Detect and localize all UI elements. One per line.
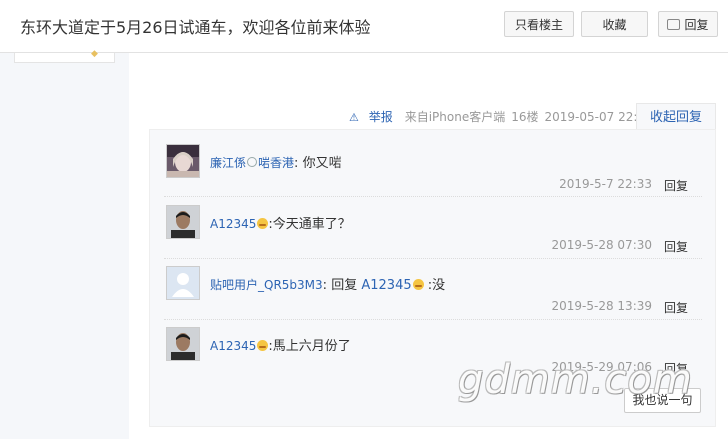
sub-reply: A12345:今天通車了？ 2019-5-28 07:30 回复 — [164, 205, 702, 265]
report-link[interactable]: ⚠ 举报 — [349, 110, 399, 124]
ring-icon — [247, 157, 258, 167]
author-card: ◆ — [14, 49, 115, 63]
reply-time: 2019-5-28 13:39 — [551, 299, 653, 313]
divider — [164, 196, 702, 197]
username-link[interactable]: A12345 — [210, 339, 256, 353]
watermark: gdmm.com — [458, 357, 693, 403]
username-link[interactable]: 廉江係 啱香港 — [210, 156, 294, 170]
thread-header: 东环大道定于5月26日试通车，欢迎各位前来体验 只看楼主 收藏 回复 — [0, 0, 728, 53]
reply-content: 廉江係 啱香港: 你又啱 — [210, 152, 342, 171]
sub-reply: 贴吧用户_QR5b3M3: 回复 A12345 :没 2019-5-28 13:… — [164, 266, 702, 326]
only-op-button[interactable]: 只看楼主 — [504, 11, 574, 37]
separator: : — [294, 156, 299, 171]
reply-text: 你又啱 — [302, 156, 342, 171]
avatar[interactable] — [166, 327, 200, 361]
thread-title: 东环大道定于5月26日试通车，欢迎各位前来体验 — [20, 18, 371, 37]
collapse-replies-button[interactable]: 收起回复 — [636, 103, 716, 130]
separator: : — [322, 278, 328, 293]
reply-icon — [667, 19, 681, 30]
reply-text: 馬上六月份了 — [272, 339, 351, 354]
post-meta: ⚠ 举报 来自iPhone客户端 16楼 2019-05-07 22:21 — [349, 108, 659, 125]
reply-content: A12345:馬上六月份了 — [210, 335, 351, 354]
username-link[interactable]: 贴吧用户_QR5b3M3 — [210, 278, 323, 292]
username-link[interactable]: A12345 — [210, 217, 256, 231]
divider — [164, 319, 702, 320]
divider — [164, 258, 702, 259]
reply-text: :没 — [427, 278, 446, 293]
warning-icon: ⚠ — [349, 111, 359, 124]
avatar[interactable] — [166, 266, 200, 300]
reply-content: A12345:今天通車了？ — [210, 213, 351, 232]
client-source: 来自iPhone客户端 — [404, 110, 506, 124]
reply-text: 今天通車了？ — [272, 217, 351, 232]
floor-number: 16楼 — [511, 110, 539, 124]
favorite-button[interactable]: 收藏 — [581, 11, 648, 37]
reply-button[interactable]: 回复 — [664, 299, 688, 316]
reply-button[interactable]: 回复 — [664, 177, 688, 194]
reply-time: 2019-5-28 07:30 — [551, 238, 653, 252]
avatar[interactable] — [166, 205, 200, 239]
reply-thread-button[interactable]: 回复 — [658, 11, 718, 37]
report-label: 举报 — [368, 110, 393, 124]
smile-emoji-icon — [257, 218, 269, 229]
smile-emoji-icon — [412, 279, 424, 290]
reply-thread-label: 回复 — [684, 18, 709, 32]
sub-reply: 廉江係 啱香港: 你又啱 2019-5-7 22:33 回复 — [164, 144, 702, 204]
username-part2: 啱香港 — [258, 156, 295, 170]
reply-button[interactable]: 回复 — [664, 238, 688, 255]
badge-ornament-icon: ◆ — [91, 49, 98, 59]
reply-word: 回复 — [331, 278, 358, 293]
username-part1: 廉江係 — [210, 156, 247, 170]
smile-emoji-icon — [257, 340, 269, 351]
avatar[interactable] — [166, 144, 200, 178]
target-username-link[interactable]: A12345 — [361, 278, 411, 293]
author-sidebar — [0, 53, 129, 439]
reply-content: 贴吧用户_QR5b3M3: 回复 A12345 :没 — [210, 274, 445, 293]
reply-time: 2019-5-7 22:33 — [559, 177, 652, 191]
